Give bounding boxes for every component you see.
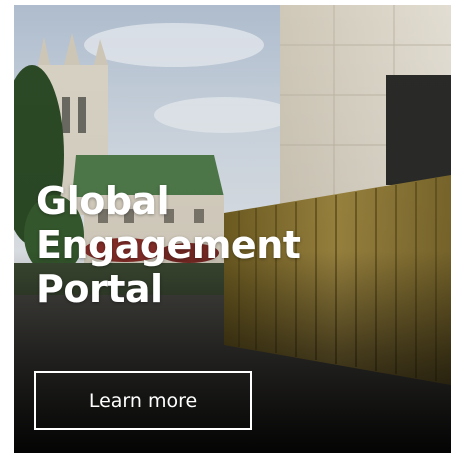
headline-line-3: Portal: [36, 267, 163, 311]
headline-line-1: Global: [36, 179, 170, 223]
promo-card[interactable]: Global Engagement Portal Learn more: [14, 5, 451, 453]
headline-line-2: Engagement: [36, 223, 301, 267]
learn-more-button[interactable]: Learn more: [34, 371, 252, 430]
card-headline: Global Engagement Portal: [36, 179, 301, 311]
